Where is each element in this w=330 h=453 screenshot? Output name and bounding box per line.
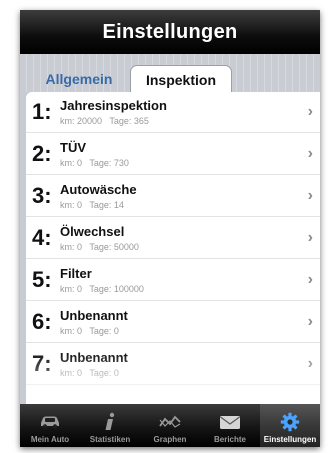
graph-icon — [156, 410, 184, 434]
item-details: km: 0 Tage: 50000 — [60, 242, 139, 252]
tab-label: Mein Auto — [30, 435, 70, 444]
chevron-right-icon: › — [307, 355, 313, 372]
item-details: km: 0 Tage: 14 — [60, 200, 124, 210]
item-title: Autowäsche — [60, 182, 137, 197]
item-number: 1: — [32, 99, 52, 124]
tab-allgemein[interactable]: Allgemein — [28, 65, 130, 95]
item-title: Jahresinspektion — [60, 98, 167, 113]
mail-icon — [216, 410, 244, 434]
item-details: km: 0 Tage: 730 — [60, 158, 129, 168]
tab-mein-auto[interactable]: Mein Auto — [20, 404, 80, 447]
segmented-control: Allgemein Inspektion — [20, 54, 320, 95]
item-details: km: 0 Tage: 0 — [60, 368, 119, 378]
list-item[interactable]: 3: Autowäsche km: 0 Tage: 14 › — [26, 176, 320, 217]
item-title: TÜV — [60, 140, 86, 155]
tab-bar: Mein Auto Statistiken Graphen Berichte E… — [20, 404, 320, 447]
item-number: 6: — [32, 309, 52, 334]
item-number: 2: — [32, 141, 52, 166]
tab-graphen[interactable]: Graphen — [140, 404, 200, 447]
chevron-right-icon: › — [307, 103, 313, 120]
item-number: 4: — [32, 225, 52, 250]
item-title: Unbenannt — [60, 350, 128, 365]
inspection-list: 1: Jahresinspektion km: 20000 Tage: 365 … — [26, 92, 320, 404]
car-icon — [36, 410, 64, 434]
list-item[interactable]: 6: Unbenannt km: 0 Tage: 0 › — [26, 302, 320, 343]
item-number: 3: — [32, 183, 52, 208]
page-title: Einstellungen — [102, 20, 238, 43]
tab-label: Berichte — [213, 435, 246, 444]
gear-icon — [276, 410, 304, 434]
tab-berichte[interactable]: Berichte — [200, 404, 260, 447]
tab-label: Einstellungen — [263, 435, 317, 444]
app-screen: Einstellungen Allgemein Inspektion 1: Ja… — [20, 10, 320, 447]
item-number: 5: — [32, 267, 52, 292]
item-title: Unbenannt — [60, 308, 128, 323]
chevron-right-icon: › — [307, 313, 313, 330]
tab-einstellungen[interactable]: Einstellungen — [260, 404, 320, 447]
list-item[interactable]: 2: TÜV km: 0 Tage: 730 › — [26, 134, 320, 175]
tab-label: Graphen — [153, 435, 187, 444]
list-item[interactable]: 7: Unbenannt km: 0 Tage: 0 › — [26, 344, 320, 385]
tab-statistiken[interactable]: Statistiken — [80, 404, 140, 447]
item-details: km: 0 Tage: 0 — [60, 326, 119, 336]
item-details: km: 0 Tage: 100000 — [60, 284, 144, 294]
list-item[interactable]: 1: Jahresinspektion km: 20000 Tage: 365 … — [26, 92, 320, 133]
chevron-right-icon: › — [307, 145, 313, 162]
chevron-right-icon: › — [307, 229, 313, 246]
info-icon — [96, 410, 124, 434]
chevron-right-icon: › — [307, 271, 313, 288]
item-title: Ölwechsel — [60, 224, 125, 239]
item-title: Filter — [60, 266, 92, 281]
item-details: km: 20000 Tage: 365 — [60, 116, 149, 126]
list-item[interactable]: 4: Ölwechsel km: 0 Tage: 50000 › — [26, 218, 320, 259]
tab-label: Statistiken — [89, 435, 131, 444]
item-number: 7: — [32, 351, 52, 376]
list-item[interactable]: 5: Filter km: 0 Tage: 100000 › — [26, 260, 320, 301]
tab-inspektion[interactable]: Inspektion — [130, 65, 232, 95]
chevron-right-icon: › — [307, 187, 313, 204]
navigation-bar: Einstellungen — [20, 10, 320, 54]
